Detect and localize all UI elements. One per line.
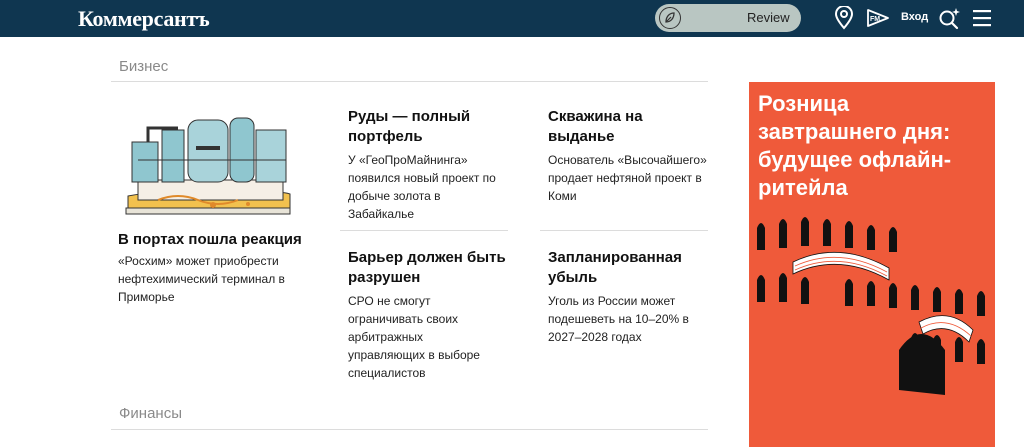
section-divider [111,429,708,430]
article-title[interactable]: В портах пошла реакция [118,230,318,250]
menu-icon[interactable] [972,8,992,33]
article-lead: СРО не смогут ограничивать своих арбитра… [348,294,480,380]
location-pin-icon[interactable] [834,5,854,35]
ad-banner[interactable]: Розница завтрашнего дня: будущее офлайн-… [749,82,995,447]
article-illustration [125,117,291,215]
article-lead: «Росхим» может приобрести нефтехимически… [118,254,285,304]
leaf-icon [659,7,681,29]
article-title[interactable]: Скважина на выданье [548,107,678,147]
search-sparkle-icon[interactable] [938,6,962,35]
site-logo[interactable]: Коммерсантъ [78,6,210,32]
review-label: Review [747,10,790,25]
section-title-finance[interactable]: Финансы [119,405,182,422]
site-header: Коммерсантъ Review FM Вход [0,0,1024,37]
ad-arches-illustration [757,217,985,395]
article-title[interactable]: Запланированная убыль [548,248,718,288]
fm-radio-icon[interactable]: FM [866,8,890,33]
article-title[interactable]: Барьер должен быть разрушен [348,248,518,288]
review-button[interactable]: Review [655,4,801,32]
article-lead: Основатель «Высочайшего» продает нефтяно… [548,153,707,203]
section-divider [111,81,708,82]
login-link[interactable]: Вход [901,11,928,23]
svg-text:FM: FM [870,16,880,23]
section-title-business[interactable]: Бизнес [119,58,168,75]
article-title[interactable]: Руды — полный портфель [348,107,498,147]
ad-headline: Розница завтрашнего дня: будущее офлайн-… [758,91,952,200]
card-divider [340,230,508,231]
article-lead: Уголь из России может подешеветь на 10–2… [548,294,689,344]
article-lead: У «ГеоПроМайнинга» появился новый проект… [348,153,496,221]
card-divider [540,230,708,231]
